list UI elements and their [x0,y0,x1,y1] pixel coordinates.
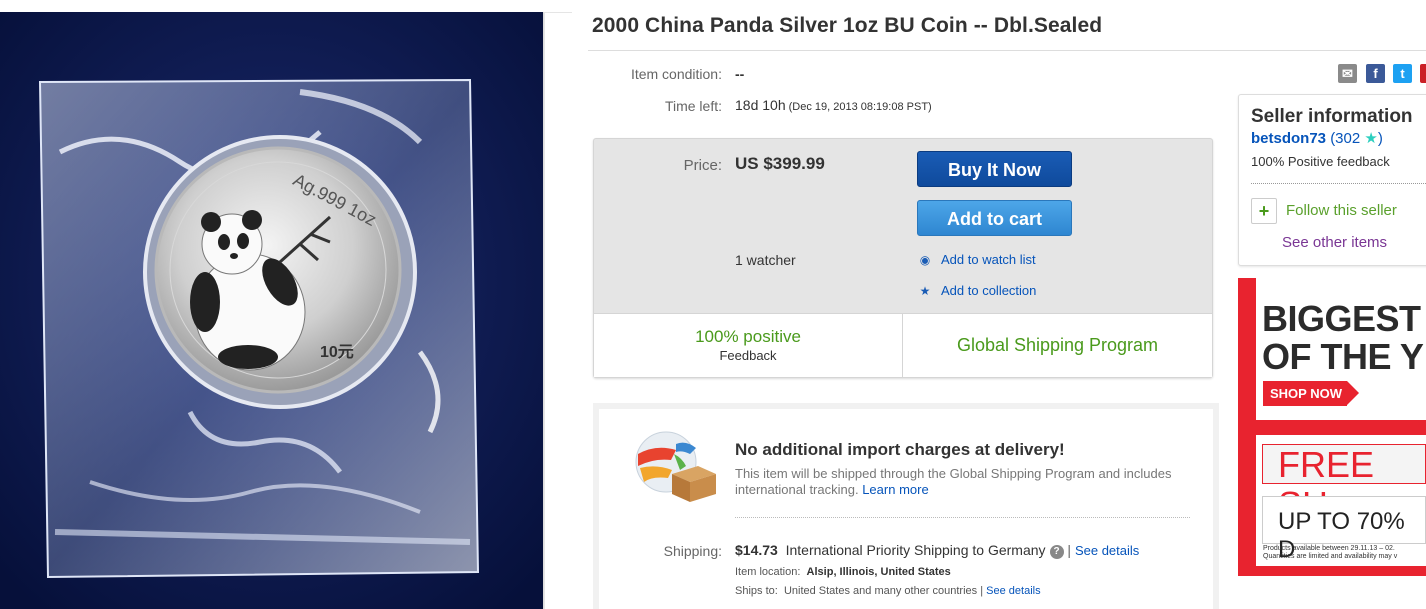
seller-name-row: betsdon73 (302 ★) [1251,129,1383,147]
shipping-see-details-link[interactable]: See details [1075,543,1139,558]
item-title: 2000 China Panda Silver 1oz BU Coin -- D… [592,14,1103,37]
no-import-charges-headline: No additional import charges at delivery… [735,440,1065,459]
time-left-remaining: 18d 10h [735,97,786,113]
coin-photo: Ag.999 1oz 10元 [0,12,543,609]
feedback-label: Feedback [719,348,777,363]
add-to-collection-link[interactable]: ★ Add to collection [917,283,1037,298]
coin-denomination: 10元 [320,344,354,361]
price-value: US $399.99 [735,154,825,173]
seller-info-title: Seller information [1251,106,1413,127]
seller-divider [1251,183,1426,184]
see-other-items-link[interactable]: See other items [1282,234,1387,251]
eye-icon: ◉ [919,253,931,267]
ad-shop-now-button[interactable]: SHOP NOW [1263,381,1347,406]
ships-to-label: Ships to: [735,585,778,597]
ad-headline-line1: BIGGEST [1262,298,1421,339]
gsp-description-text: This item will be shipped through the Gl… [735,466,1172,497]
ad-headline-line2: OF THE Y [1262,336,1424,377]
global-shipping-icon [626,424,719,504]
help-icon[interactable]: ? [1049,545,1064,559]
item-location-value: Alsip, Illinois, United States [806,566,951,578]
mail-icon[interactable]: ✉ [1338,64,1357,83]
ships-to-value: United States and many other countries [783,585,978,597]
time-left-end: (Dec 19, 2013 08:19:08 PST) [788,101,932,113]
ad-fine-print-line2: Quantities are limited and availability … [1263,553,1398,560]
shipping-method: International Priority Shipping to Germa… [785,542,1046,558]
star-icon: ★ [919,284,931,298]
learn-more-link[interactable]: Learn more [862,482,928,497]
image-frame [544,12,572,609]
ships-to-see-details-link[interactable]: See details [986,585,1040,597]
global-shipping-program-link[interactable]: Global Shipping Program [903,335,1212,356]
twitter-icon[interactable]: t [1393,64,1412,83]
shipping-divider [735,517,1190,518]
ad-fine-print: Products available between 29.11.13 – 02… [1263,545,1426,561]
seller-score-open[interactable]: (302 [1330,130,1360,147]
feedback-star-icon: ★ [1364,130,1378,147]
ad-fine-print-line1: Products available between 29.11.13 – 02… [1263,545,1395,552]
facebook-icon[interactable]: f [1366,64,1385,83]
ad-shop-now-arrow [1347,381,1359,405]
buy-it-now-button[interactable]: Buy It Now [917,151,1072,187]
product-image[interactable]: Ag.999 1oz 10元 [0,12,544,609]
item-location-label: Item location: [735,566,801,578]
shipping-cost-row: $14.73 International Priority Shipping t… [735,542,1140,559]
follow-plus-icon[interactable]: + [1251,198,1277,224]
item-location: Item location: Alsip, Illinois, United S… [735,566,951,578]
title-divider [588,50,1426,51]
seller-positive-feedback: 100% Positive feedback [1251,154,1390,169]
time-left-label: Time left: [664,98,722,114]
add-to-watch-list-link[interactable]: ◉ Add to watch list [917,252,1036,267]
watcher-count: 1 watcher [735,252,796,268]
ad-headline: BIGGEST OF THE Y [1262,298,1424,377]
price-label: Price: [683,157,722,174]
listing-page: Ag.999 1oz 10元 2000 China Panda Silver 1… [0,0,1426,609]
add-to-cart-button[interactable]: Add to cart [917,200,1072,236]
shipping-label: Shipping: [663,543,722,559]
condition-value: -- [735,66,745,82]
condition-label: Item condition: [630,66,722,82]
seller-username-link[interactable]: betsdon73 [1251,130,1326,147]
shipping-price: $14.73 [735,542,778,558]
add-to-watch-list-label: Add to watch list [941,252,1036,267]
pinterest-icon[interactable]: p [1420,64,1426,83]
add-to-collection-label: Add to collection [941,283,1037,298]
positive-feedback-pct[interactable]: 100% positive [594,327,902,347]
seller-score-close: ) [1377,130,1383,147]
ships-to: Ships to: United States and many other c… [735,585,1041,597]
gsp-description: This item will be shipped through the Gl… [735,466,1175,498]
time-left-value: 18d 10h (Dec 19, 2013 08:19:08 PST) [735,97,932,113]
follow-seller-link[interactable]: Follow this seller [1286,202,1397,219]
